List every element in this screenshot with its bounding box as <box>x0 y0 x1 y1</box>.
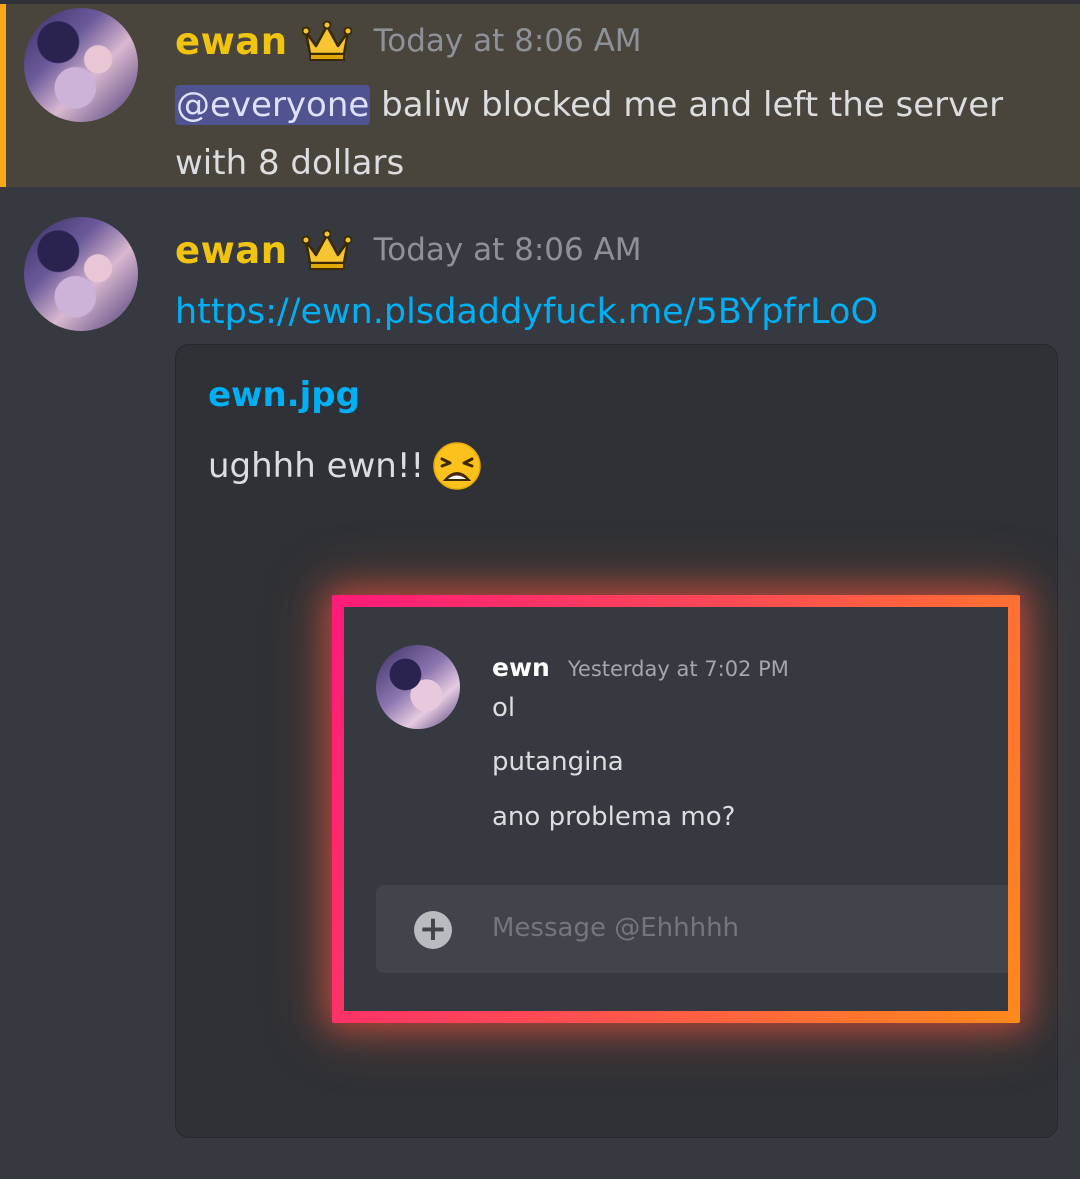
screenshot-input-placeholder: Message @Ehhhhh <box>492 913 740 943</box>
screenshot-message-input: + Message @Ehhhhh <box>376 885 1008 973</box>
message-text-line2: with 8 dollars <box>175 143 405 183</box>
screenshot-line-2: putangina <box>492 747 624 777</box>
screenshot-timestamp: Yesterday at 7:02 PM <box>567 657 789 681</box>
message-content: @everyone baliw blocked me and left the … <box>175 76 1003 192</box>
username[interactable]: ewan <box>175 229 288 272</box>
weary-face-emoji-icon <box>433 442 481 490</box>
message-header: ewan Today at 8:06 AM <box>175 16 642 66</box>
screenshot-username: ewn <box>492 653 550 682</box>
plus-icon: + <box>414 911 452 949</box>
crown-icon <box>301 229 352 270</box>
embed-title[interactable]: ewn.jpg <box>208 375 360 415</box>
embed-image[interactable]: ewn Yesterday at 7:02 PM ol putangina an… <box>208 517 1026 1101</box>
avatar[interactable] <box>24 8 138 122</box>
link-embed: ewn.jpg ughhh ewn!! ewn Yesterday at 7:0… <box>175 344 1058 1138</box>
embed-description-text: ughhh ewn!! <box>208 446 425 486</box>
embed-description: ughhh ewn!! <box>208 441 482 491</box>
message-text-line1: baliw blocked me and left the server <box>381 85 1004 125</box>
timestamp: Today at 8:06 AM <box>373 232 642 268</box>
chat-view: ewan Today at 8:06 AM @everyone baliw bl… <box>0 0 1080 1179</box>
mention-bar <box>0 4 6 187</box>
everyone-mention[interactable]: @everyone <box>175 85 371 125</box>
username[interactable]: ewan <box>175 20 288 63</box>
screenshot-line-1: ol <box>492 693 516 723</box>
avatar[interactable] <box>24 217 138 331</box>
crown-icon <box>301 20 352 61</box>
avatar <box>376 645 460 729</box>
screenshot-content: ewn Yesterday at 7:02 PM ol putangina an… <box>344 607 1008 1011</box>
screenshot-line-3: ano problema mo? <box>492 802 736 832</box>
screenshot-message-header: ewn Yesterday at 7:02 PM <box>492 653 789 682</box>
timestamp: Today at 8:06 AM <box>373 23 642 59</box>
highlight-frame: ewn Yesterday at 7:02 PM ol putangina an… <box>332 595 1020 1023</box>
message-mentioned[interactable]: ewan Today at 8:06 AM @everyone baliw bl… <box>0 4 1080 187</box>
message-header: ewan Today at 8:06 AM <box>175 225 642 275</box>
message-link[interactable]: https://ewn.plsdaddyfuck.me/5BYpfrLoO <box>175 292 878 332</box>
